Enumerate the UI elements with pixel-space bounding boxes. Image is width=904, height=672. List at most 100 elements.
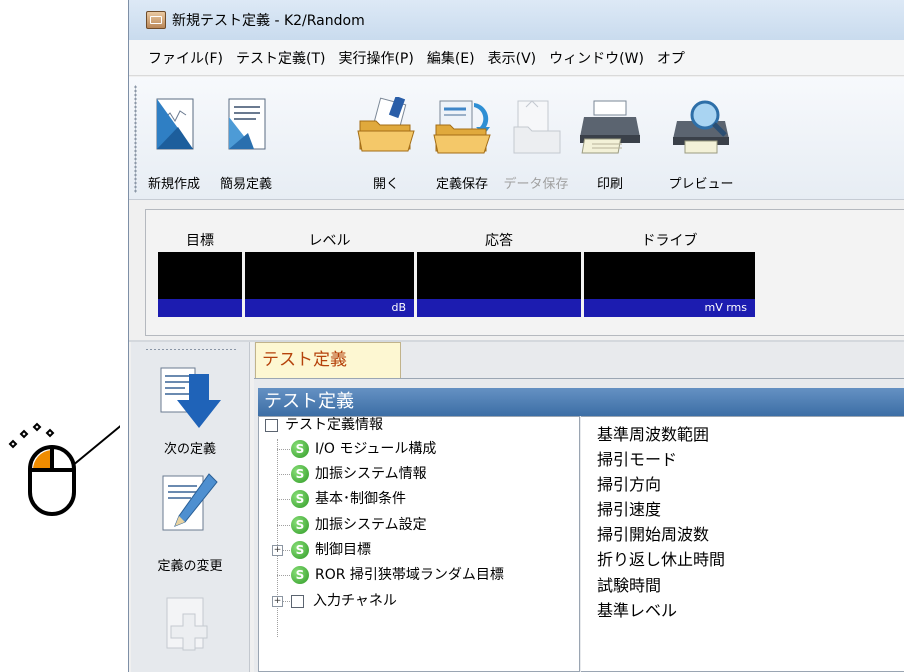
tree-item-input-channel[interactable]: + 入力チャネル bbox=[263, 590, 563, 612]
definition-editor: テスト定義 テスト定義 テスト定義情報 S I/O モジュール構成 S 加振シス… bbox=[254, 342, 904, 672]
param-item[interactable]: 試験時間 bbox=[597, 572, 661, 596]
menu-bar: ファイル(F) テスト定義(T) 実行操作(P) 編集(E) 表示(V) ウィン… bbox=[129, 40, 904, 76]
param-item[interactable]: 掃引方向 bbox=[597, 471, 661, 495]
preview-label: プレビュー bbox=[668, 177, 734, 192]
checkbox[interactable] bbox=[291, 595, 304, 608]
next-definition-button[interactable]: 次の定義 bbox=[131, 356, 249, 466]
change-definition-label: 定義の変更 bbox=[157, 559, 223, 574]
menu-run[interactable]: 実行操作(P) bbox=[338, 48, 413, 68]
tree-item-label: ROR 掃引狭帯域ランダム目標 bbox=[315, 567, 504, 583]
next-definition-icon bbox=[160, 367, 221, 428]
open-folder-icon bbox=[357, 97, 415, 152]
meter-level-display bbox=[245, 252, 414, 299]
definition-tree: テスト定義情報 S I/O モジュール構成 S 加振システム情報 S 基本･制御… bbox=[258, 416, 580, 672]
meter-response-display bbox=[417, 252, 581, 299]
save-definition-label: 定義保存 bbox=[435, 177, 488, 192]
save-definition-button[interactable]: 定義保存 bbox=[427, 97, 497, 197]
menu-edit[interactable]: 編集(E) bbox=[427, 48, 475, 68]
param-item[interactable]: 掃引モード bbox=[597, 446, 677, 470]
open-label: 開く bbox=[372, 177, 399, 192]
menu-window[interactable]: ウィンドウ(W) bbox=[549, 48, 644, 68]
meter-target-label: 目標 bbox=[186, 233, 214, 249]
tree-item-label: 加振システム設定 bbox=[315, 517, 427, 533]
print-button[interactable]: 印刷 bbox=[575, 97, 645, 197]
param-item[interactable]: 基準レベル bbox=[597, 597, 677, 621]
checkbox[interactable] bbox=[265, 419, 278, 432]
tree-item-label: I/O モジュール構成 bbox=[315, 441, 437, 457]
setting-s-icon: S bbox=[291, 566, 309, 584]
param-item[interactable]: 基準周波数範囲 bbox=[597, 421, 709, 445]
add-definition-button[interactable] bbox=[131, 590, 249, 670]
toolbar-grip[interactable] bbox=[134, 85, 137, 193]
meter-drive-label: ドライブ bbox=[641, 233, 698, 249]
tree-item-label: テスト定義情報 bbox=[285, 417, 383, 433]
expand-plus-icon[interactable]: + bbox=[272, 596, 283, 607]
simple-definition-button[interactable]: 簡易定義 bbox=[211, 97, 281, 197]
save-data-label: データ保存 bbox=[503, 177, 569, 192]
parameter-list: 基準周波数範囲 掃引モード 掃引方向 掃引速度 掃引開始周波数 折り返し休止時間… bbox=[581, 416, 904, 672]
tree-item-io-module[interactable]: S I/O モジュール構成 bbox=[263, 438, 563, 460]
tree-item-label: 入力チャネル bbox=[313, 593, 397, 609]
param-item[interactable]: 掃引速度 bbox=[597, 496, 661, 520]
setting-s-icon: S bbox=[291, 516, 309, 534]
new-document-icon bbox=[156, 98, 194, 150]
window-title: 新規テスト定義 - K2/Random bbox=[172, 13, 365, 29]
print-label: 印刷 bbox=[596, 177, 623, 192]
expand-plus-icon[interactable]: + bbox=[272, 545, 283, 556]
mouse-click-pointer-icon bbox=[8, 422, 120, 516]
tree-item-shaker-setting[interactable]: S 加振システム設定 bbox=[263, 514, 563, 536]
print-preview-icon bbox=[673, 100, 729, 154]
param-item[interactable]: 掃引開始周波数 bbox=[597, 521, 709, 545]
app-icon bbox=[146, 11, 166, 29]
printer-icon bbox=[580, 100, 640, 154]
add-icon bbox=[166, 597, 208, 651]
simple-definition-label: 簡易定義 bbox=[219, 177, 272, 192]
preview-button[interactable]: プレビュー bbox=[659, 97, 743, 197]
title-bar: 新規テスト定義 - K2/Random bbox=[129, 0, 904, 40]
setting-s-icon: S bbox=[291, 440, 309, 458]
menu-test-definition[interactable]: テスト定義(T) bbox=[236, 48, 325, 68]
toolbar: 新規作成 簡易定義 開く 定義保存 データ保存 印刷 プレビュー bbox=[129, 77, 904, 200]
pointer-arrow-line bbox=[71, 425, 120, 467]
tab-test-definition[interactable]: テスト定義 bbox=[255, 342, 401, 378]
meter-drive-unit: mV rms bbox=[584, 299, 755, 317]
meter-target-unit bbox=[158, 299, 242, 317]
setting-s-icon: S bbox=[291, 541, 309, 559]
meter-response-label: 応答 bbox=[485, 233, 513, 249]
meter-drive-display bbox=[584, 252, 755, 299]
menu-file[interactable]: ファイル(F) bbox=[148, 48, 223, 68]
simple-definition-icon bbox=[228, 98, 266, 150]
tree-item-label: 加振システム情報 bbox=[315, 466, 427, 482]
setting-s-icon: S bbox=[291, 490, 309, 508]
tree-item-label: 制御目標 bbox=[315, 542, 371, 558]
edit-definition-icon bbox=[162, 473, 218, 531]
save-data-icon bbox=[513, 100, 561, 154]
menu-view[interactable]: 表示(V) bbox=[488, 48, 537, 68]
new-button[interactable]: 新規作成 bbox=[139, 97, 209, 197]
tree-item-test-info[interactable]: テスト定義情報 bbox=[263, 417, 563, 436]
meter-panel: 目標 レベル dB 応答 ドライブ mV rms bbox=[145, 209, 904, 336]
save-definition-icon bbox=[433, 100, 491, 154]
tree-item-label: 基本･制御条件 bbox=[315, 491, 406, 507]
tree-item-basic-control[interactable]: S 基本･制御条件 bbox=[263, 488, 563, 510]
side-panel-grip[interactable] bbox=[145, 348, 237, 351]
meter-level-label: レベル bbox=[308, 233, 351, 249]
tree-item-control-target[interactable]: + S 制御目標 bbox=[263, 539, 563, 561]
side-command-panel: 次の定義 定義の変更 bbox=[131, 342, 250, 672]
save-data-button[interactable]: データ保存 bbox=[501, 97, 571, 197]
setting-s-icon: S bbox=[291, 465, 309, 483]
section-header: テスト定義 bbox=[258, 388, 904, 416]
new-label: 新規作成 bbox=[147, 177, 200, 192]
tree-item-ror-target[interactable]: S ROR 掃引狭帯域ランダム目標 bbox=[263, 564, 579, 586]
next-definition-label: 次の定義 bbox=[163, 442, 216, 457]
meter-response-unit bbox=[417, 299, 581, 317]
open-button[interactable]: 開く bbox=[351, 97, 421, 197]
change-definition-button[interactable]: 定義の変更 bbox=[131, 470, 249, 580]
param-item[interactable]: 折り返し休止時間 bbox=[597, 546, 725, 570]
tree-item-shaker-info[interactable]: S 加振システム情報 bbox=[263, 463, 563, 485]
menu-options[interactable]: オプ bbox=[657, 48, 685, 68]
tab-strip-line bbox=[254, 378, 904, 379]
application-window: 新規テスト定義 - K2/Random ファイル(F) テスト定義(T) 実行操… bbox=[128, 0, 904, 672]
meter-target-display bbox=[158, 252, 242, 299]
meter-level-unit: dB bbox=[245, 299, 414, 317]
